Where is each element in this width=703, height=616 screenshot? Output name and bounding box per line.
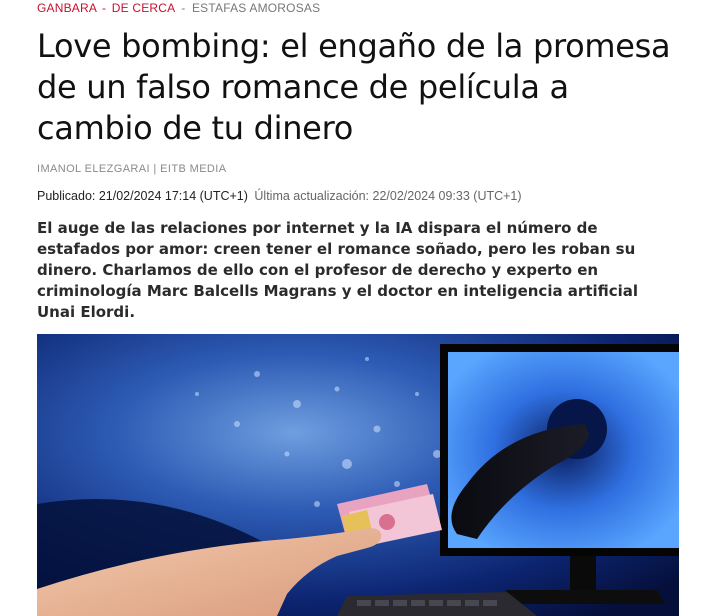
breadcrumb-section-link[interactable]: GANBARA (37, 1, 96, 15)
updated-date: Última actualización: 22/02/2024 09:33 (… (254, 189, 522, 203)
breadcrumb-subsection-link[interactable]: DE CERCA (112, 1, 175, 15)
hero-image[interactable] (37, 334, 679, 616)
article-dates: Publicado: 21/02/2024 17:14 (UTC+1) Últi… (37, 189, 687, 204)
breadcrumb-topic[interactable]: ESTAFAS AMOROSAS (192, 1, 320, 15)
breadcrumb: GANBARA - DE CERCA - ESTAFAS AMOROSAS (37, 1, 687, 15)
published-date: Publicado: 21/02/2024 17:14 (UTC+1) (37, 189, 248, 203)
breadcrumb-separator: - (101, 1, 107, 15)
hero-illustration (37, 334, 679, 616)
article-title: Love bombing: el engaño de la promesa de… (37, 27, 671, 147)
article-lead: El auge de las relaciones por internet y… (37, 219, 639, 321)
article-author: IMANOL ELEZGARAI | EITB MEDIA (37, 163, 227, 175)
article: GANBARA - DE CERCA - ESTAFAS AMOROSAS Lo… (37, 0, 687, 338)
breadcrumb-separator: - (181, 1, 186, 15)
